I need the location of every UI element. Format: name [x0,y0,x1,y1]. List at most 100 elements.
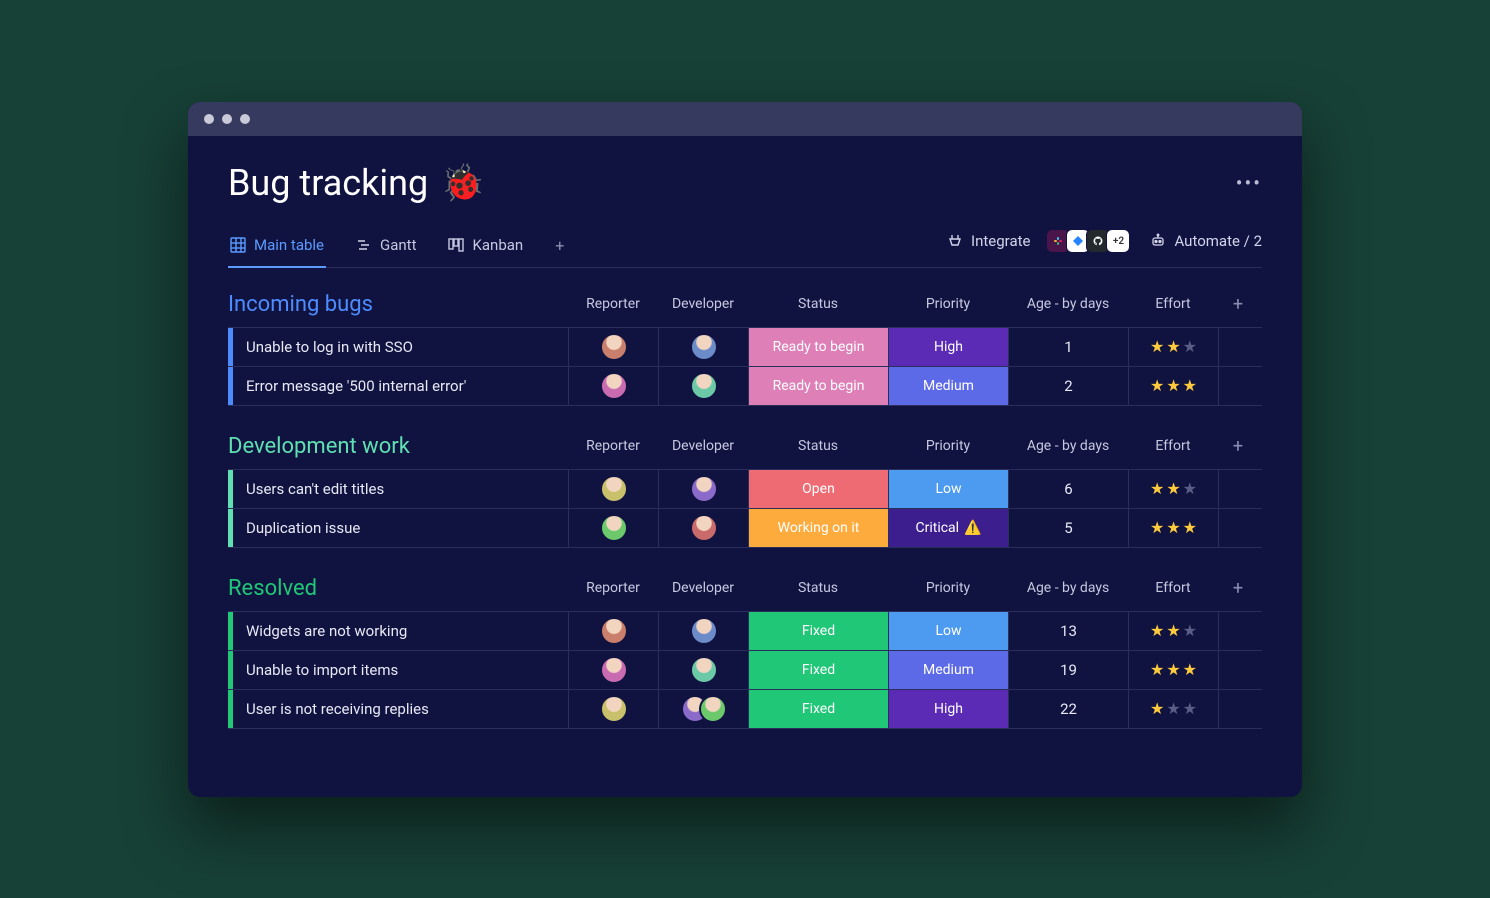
integrate-button[interactable]: Integrate [947,232,1030,250]
extra-cell[interactable] [1218,651,1258,689]
group-title[interactable]: Resolved [228,576,568,601]
table-row[interactable]: Widgets are not working Fixed Low 13 ★★★ [228,611,1262,650]
avatar[interactable] [600,514,628,542]
extra-cell[interactable] [1218,470,1258,508]
column-header-developer[interactable]: Developer [658,580,748,596]
status-cell[interactable]: Ready to begin [748,367,888,405]
avatar[interactable] [690,617,718,645]
extra-cell[interactable] [1218,690,1258,728]
avatar[interactable] [600,475,628,503]
reporter-cell[interactable] [568,651,658,689]
table-row[interactable]: Unable to log in with SSO Ready to begin… [228,327,1262,366]
reporter-cell[interactable] [568,328,658,366]
add-view-button[interactable]: + [553,226,566,267]
status-cell[interactable]: Fixed [748,651,888,689]
extra-cell[interactable] [1218,509,1258,547]
add-column-button[interactable]: + [1218,436,1258,457]
table-row[interactable]: User is not receiving replies Fixed High… [228,689,1262,729]
item-name-cell[interactable]: Unable to import items [228,651,568,689]
status-cell[interactable]: Fixed [748,690,888,728]
extra-cell[interactable] [1218,367,1258,405]
column-header-reporter[interactable]: Reporter [568,580,658,596]
age-cell[interactable]: 6 [1008,470,1128,508]
column-header-effort[interactable]: Effort [1128,296,1218,312]
reporter-cell[interactable] [568,690,658,728]
tab-kanban[interactable]: Kanban [446,226,525,266]
reporter-cell[interactable] [568,367,658,405]
board-more-button[interactable]: ••• [1236,171,1262,195]
reporter-cell[interactable] [568,612,658,650]
age-cell[interactable]: 19 [1008,651,1128,689]
status-cell[interactable]: Working on it [748,509,888,547]
column-header-age[interactable]: Age - by days [1008,438,1128,454]
column-header-developer[interactable]: Developer [658,296,748,312]
priority-cell[interactable]: Medium [888,367,1008,405]
column-header-effort[interactable]: Effort [1128,438,1218,454]
item-name-cell[interactable]: Error message '500 internal error' [228,367,568,405]
item-name-cell[interactable]: Users can't edit titles [228,470,568,508]
board-title[interactable]: Bug tracking 🐞 [228,162,485,204]
column-header-status[interactable]: Status [748,296,888,312]
avatar[interactable] [690,656,718,684]
extra-cell[interactable] [1218,612,1258,650]
avatar[interactable] [690,514,718,542]
priority-cell[interactable]: Low [888,612,1008,650]
developer-cell[interactable] [658,509,748,547]
column-header-priority[interactable]: Priority [888,438,1008,454]
effort-cell[interactable]: ★★★ [1128,612,1218,650]
status-cell[interactable]: Fixed [748,612,888,650]
effort-cell[interactable]: ★★★ [1128,367,1218,405]
item-name-cell[interactable]: Duplication issue [228,509,568,547]
window-dot[interactable] [240,114,250,124]
group-title[interactable]: Incoming bugs [228,292,568,317]
priority-cell[interactable]: High [888,690,1008,728]
table-row[interactable]: Error message '500 internal error' Ready… [228,366,1262,406]
avatar[interactable] [600,372,628,400]
effort-cell[interactable]: ★★★ [1128,651,1218,689]
priority-cell[interactable]: Critical ⚠️ [888,509,1008,547]
status-cell[interactable]: Ready to begin [748,328,888,366]
item-name-cell[interactable]: Widgets are not working [228,612,568,650]
column-header-reporter[interactable]: Reporter [568,296,658,312]
column-header-developer[interactable]: Developer [658,438,748,454]
column-header-status[interactable]: Status [748,438,888,454]
avatar[interactable] [600,656,628,684]
add-column-button[interactable]: + [1218,578,1258,599]
avatar[interactable] [690,475,718,503]
avatar[interactable] [690,372,718,400]
reporter-cell[interactable] [568,470,658,508]
column-header-priority[interactable]: Priority [888,296,1008,312]
group-title[interactable]: Development work [228,434,568,459]
effort-cell[interactable]: ★★★ [1128,470,1218,508]
extra-cell[interactable] [1218,328,1258,366]
item-name-cell[interactable]: Unable to log in with SSO [228,328,568,366]
reporter-cell[interactable] [568,509,658,547]
avatar[interactable] [600,617,628,645]
developer-cell[interactable] [658,328,748,366]
effort-cell[interactable]: ★★★ [1128,509,1218,547]
tab-main-table[interactable]: Main table [228,226,326,268]
column-header-age[interactable]: Age - by days [1008,580,1128,596]
avatar[interactable] [699,695,727,723]
item-name-cell[interactable]: User is not receiving replies [228,690,568,728]
status-cell[interactable]: Open [748,470,888,508]
age-cell[interactable]: 22 [1008,690,1128,728]
add-column-button[interactable]: + [1218,294,1258,315]
table-row[interactable]: Users can't edit titles Open Low 6 ★★★ [228,469,1262,508]
table-row[interactable]: Unable to import items Fixed Medium 19 ★… [228,650,1262,689]
column-header-status[interactable]: Status [748,580,888,596]
tab-gantt[interactable]: Gantt [354,226,418,266]
priority-cell[interactable]: Low [888,470,1008,508]
column-header-age[interactable]: Age - by days [1008,296,1128,312]
developer-cell[interactable] [658,612,748,650]
developer-cell[interactable] [658,690,748,728]
column-header-priority[interactable]: Priority [888,580,1008,596]
avatar[interactable] [600,333,628,361]
age-cell[interactable]: 13 [1008,612,1128,650]
window-dot[interactable] [222,114,232,124]
priority-cell[interactable]: Medium [888,651,1008,689]
avatar[interactable] [690,333,718,361]
column-header-reporter[interactable]: Reporter [568,438,658,454]
effort-cell[interactable]: ★★★ [1128,690,1218,728]
age-cell[interactable]: 1 [1008,328,1128,366]
